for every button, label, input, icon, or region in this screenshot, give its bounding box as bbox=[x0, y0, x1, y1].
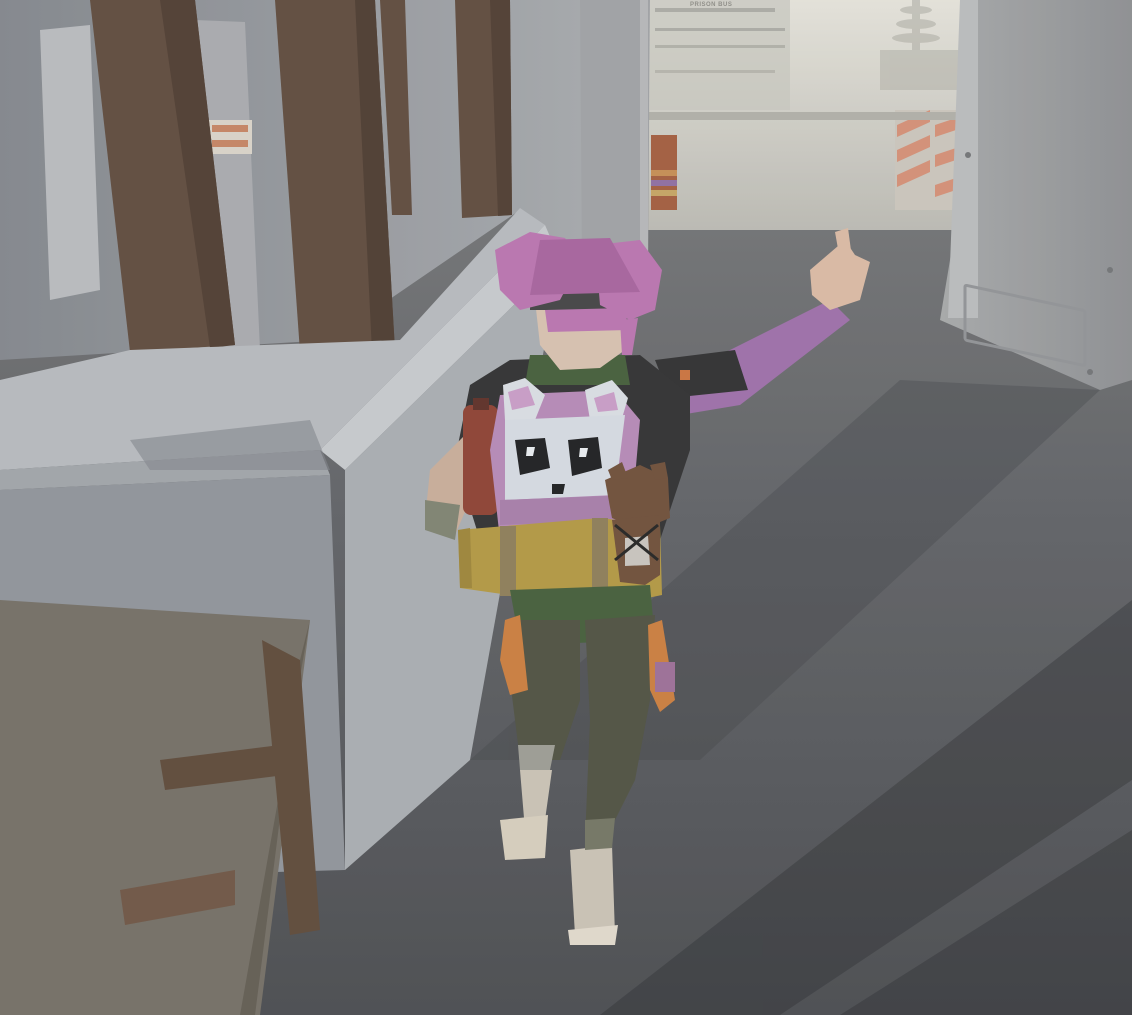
game-viewport: PRISON BUS bbox=[0, 0, 1132, 1015]
fog-overlay bbox=[0, 0, 1132, 1015]
